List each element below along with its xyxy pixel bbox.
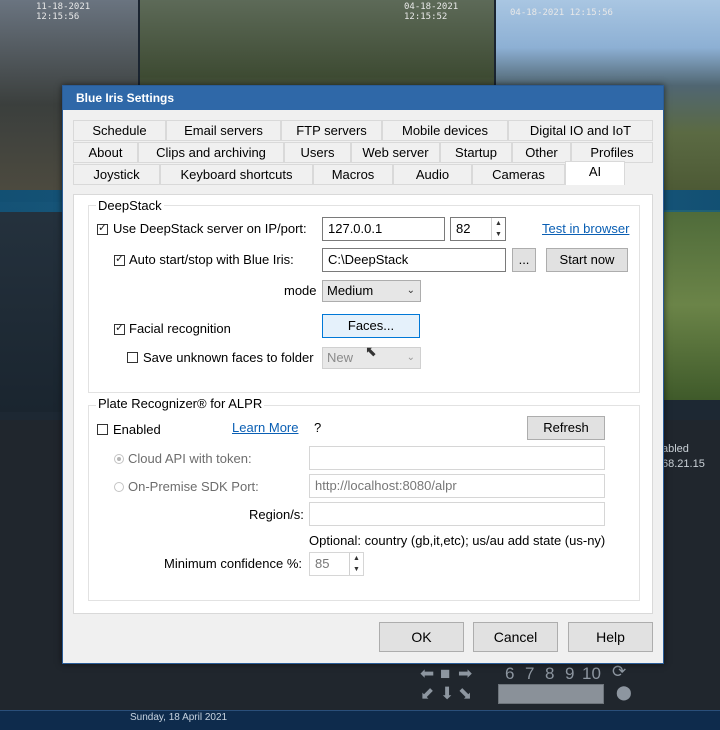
test-in-browser-link[interactable]: Test in browser bbox=[542, 221, 629, 236]
camera-timestamp: 04-18-2021 12:15:56 bbox=[510, 8, 613, 18]
camera-timestamp: 11-18-2021 12:15:56 bbox=[36, 2, 91, 22]
ptz-controls: ⬅ ■ ➡ ⬋ ⬇ ⬊ 6 7 8 9 10 ⟳ ⬤ bbox=[350, 660, 720, 710]
spin-up-icon[interactable]: ▲ bbox=[492, 218, 505, 229]
tab-ai[interactable]: AI bbox=[565, 161, 625, 185]
tab-about[interactable]: About bbox=[73, 142, 138, 163]
mode-select[interactable]: Medium ⌄ bbox=[322, 280, 421, 302]
camera-feed-5[interactable] bbox=[664, 210, 720, 400]
tab-macros[interactable]: Macros bbox=[313, 164, 393, 185]
timeline-bar[interactable]: Sunday, 18 April 2021 bbox=[0, 710, 720, 730]
preset-10[interactable]: 10 bbox=[582, 664, 601, 684]
tab-web-server[interactable]: Web server bbox=[351, 142, 440, 163]
chevron-down-icon: ⌄ bbox=[406, 285, 415, 296]
tab-keyboard-shortcuts[interactable]: Keyboard shortcuts bbox=[160, 164, 313, 185]
alpr-group-title: Plate Recognizer® for ALPR bbox=[96, 396, 265, 411]
tab-startup[interactable]: Startup bbox=[440, 142, 512, 163]
ok-button[interactable]: OK bbox=[379, 622, 464, 652]
tab-ftp-servers[interactable]: FTP servers bbox=[281, 120, 382, 141]
tab-digital-io[interactable]: Digital IO and IoT bbox=[508, 120, 653, 141]
alpr-enabled-checkbox[interactable] bbox=[97, 424, 108, 435]
region-hint: Optional: country (gb,it,etc); us/au add… bbox=[309, 533, 606, 548]
mode-value: Medium bbox=[327, 283, 374, 298]
deepstack-path-input[interactable]: C:\DeepStack bbox=[322, 248, 506, 272]
tab-schedule[interactable]: Schedule bbox=[73, 120, 166, 141]
folder-value: New bbox=[327, 350, 354, 365]
tab-email-servers[interactable]: Email servers bbox=[166, 120, 281, 141]
facial-recognition-checkbox[interactable] bbox=[114, 321, 125, 335]
status-line: abled bbox=[662, 443, 689, 455]
arrow-down-right-icon[interactable]: ⬊ bbox=[458, 684, 472, 704]
dialog-titlebar[interactable]: Blue Iris Settings bbox=[63, 86, 663, 110]
confidence-spinner[interactable]: ▲ ▼ bbox=[349, 553, 363, 575]
port-spinner[interactable]: ▲ ▼ bbox=[491, 218, 505, 240]
tab-profiles[interactable]: Profiles bbox=[571, 142, 653, 163]
preset-6[interactable]: 6 bbox=[505, 664, 514, 684]
mouse-cursor-icon: ⬉ bbox=[365, 343, 377, 359]
tab-joystick[interactable]: Joystick bbox=[73, 164, 160, 185]
location-pin-icon[interactable]: ⬤ bbox=[616, 684, 632, 701]
mode-label: mode bbox=[284, 283, 317, 298]
preset-7[interactable]: 7 bbox=[525, 664, 534, 684]
status-line: 68.21.15 bbox=[662, 458, 705, 470]
on-premise-port-input[interactable]: http://localhost:8080/alpr bbox=[309, 474, 605, 498]
min-confidence-input[interactable]: 85 ▲ ▼ bbox=[309, 552, 364, 576]
deepstack-group-title: DeepStack bbox=[96, 198, 164, 213]
cloud-api-label: Cloud API with token: bbox=[128, 451, 252, 466]
cancel-button[interactable]: Cancel bbox=[473, 622, 558, 652]
arrow-down-left-icon[interactable]: ⬋ bbox=[420, 684, 434, 704]
learn-more-link[interactable]: Learn More bbox=[232, 420, 298, 435]
save-unknown-faces-checkbox[interactable] bbox=[127, 352, 138, 363]
stop-icon[interactable]: ■ bbox=[440, 664, 450, 684]
tab-cameras[interactable]: Cameras bbox=[472, 164, 565, 185]
min-confidence-label: Minimum confidence %: bbox=[164, 556, 302, 571]
cloud-api-radio[interactable] bbox=[114, 454, 124, 464]
browse-button[interactable]: ... bbox=[512, 248, 536, 272]
tab-audio[interactable]: Audio bbox=[393, 164, 472, 185]
preset-8[interactable]: 8 bbox=[545, 664, 554, 684]
use-deepstack-label: Use DeepStack server on IP/port: bbox=[113, 221, 307, 236]
arrow-left-icon[interactable]: ⬅ bbox=[420, 664, 434, 684]
arrow-right-icon[interactable]: ➡ bbox=[458, 664, 472, 684]
region-input[interactable] bbox=[309, 502, 605, 526]
region-label: Region/s: bbox=[249, 507, 304, 522]
alpr-enabled-label: Enabled bbox=[113, 422, 161, 437]
tab-mobile-devices[interactable]: Mobile devices bbox=[382, 120, 508, 141]
refresh-button[interactable]: Refresh bbox=[527, 416, 605, 440]
tab-clips-archiving[interactable]: Clips and archiving bbox=[138, 142, 284, 163]
cloud-token-input[interactable] bbox=[309, 446, 605, 470]
save-unknown-faces-label: Save unknown faces to folder bbox=[143, 350, 314, 365]
spin-up-icon[interactable]: ▲ bbox=[350, 553, 363, 564]
refresh-icon[interactable]: ⟳ bbox=[612, 662, 626, 682]
deepstack-ip-input[interactable]: 127.0.0.1 bbox=[322, 217, 445, 241]
spin-down-icon[interactable]: ▼ bbox=[350, 564, 363, 575]
timeline-date: Sunday, 18 April 2021 bbox=[130, 712, 228, 723]
preset-dropdown[interactable] bbox=[498, 684, 604, 704]
faces-button[interactable]: Faces... bbox=[322, 314, 420, 338]
status-text: abled 68.21.15 bbox=[662, 442, 705, 472]
tab-users[interactable]: Users bbox=[284, 142, 351, 163]
arrow-down-icon[interactable]: ⬇ bbox=[440, 684, 454, 704]
auto-start-checkbox[interactable] bbox=[114, 252, 125, 266]
port-value: 82 bbox=[456, 221, 471, 236]
chevron-down-icon: ⌄ bbox=[406, 352, 415, 363]
facial-recognition-label: Facial recognition bbox=[129, 321, 231, 336]
on-premise-label: On-Premise SDK Port: bbox=[128, 479, 259, 494]
dialog-title: Blue Iris Settings bbox=[76, 91, 175, 105]
help-question-mark[interactable]: ? bbox=[314, 420, 321, 435]
tab-other[interactable]: Other bbox=[512, 142, 571, 163]
ai-settings-panel: DeepStack Use DeepStack server on IP/por… bbox=[73, 194, 653, 614]
spin-down-icon[interactable]: ▼ bbox=[492, 229, 505, 240]
camera-timestamp: 04-18-2021 12:15:52 bbox=[404, 2, 459, 22]
camera-feed-4[interactable] bbox=[0, 202, 64, 412]
on-premise-radio[interactable] bbox=[114, 482, 124, 492]
auto-start-label: Auto start/stop with Blue Iris: bbox=[129, 252, 294, 267]
use-deepstack-checkbox[interactable] bbox=[97, 221, 108, 235]
start-now-button[interactable]: Start now bbox=[546, 248, 628, 272]
preset-9[interactable]: 9 bbox=[565, 664, 574, 684]
help-button[interactable]: Help bbox=[568, 622, 653, 652]
deepstack-port-input[interactable]: 82 ▲ ▼ bbox=[450, 217, 506, 241]
min-confidence-value: 85 bbox=[315, 556, 330, 571]
settings-dialog: Blue Iris Settings Schedule Email server… bbox=[62, 85, 664, 664]
